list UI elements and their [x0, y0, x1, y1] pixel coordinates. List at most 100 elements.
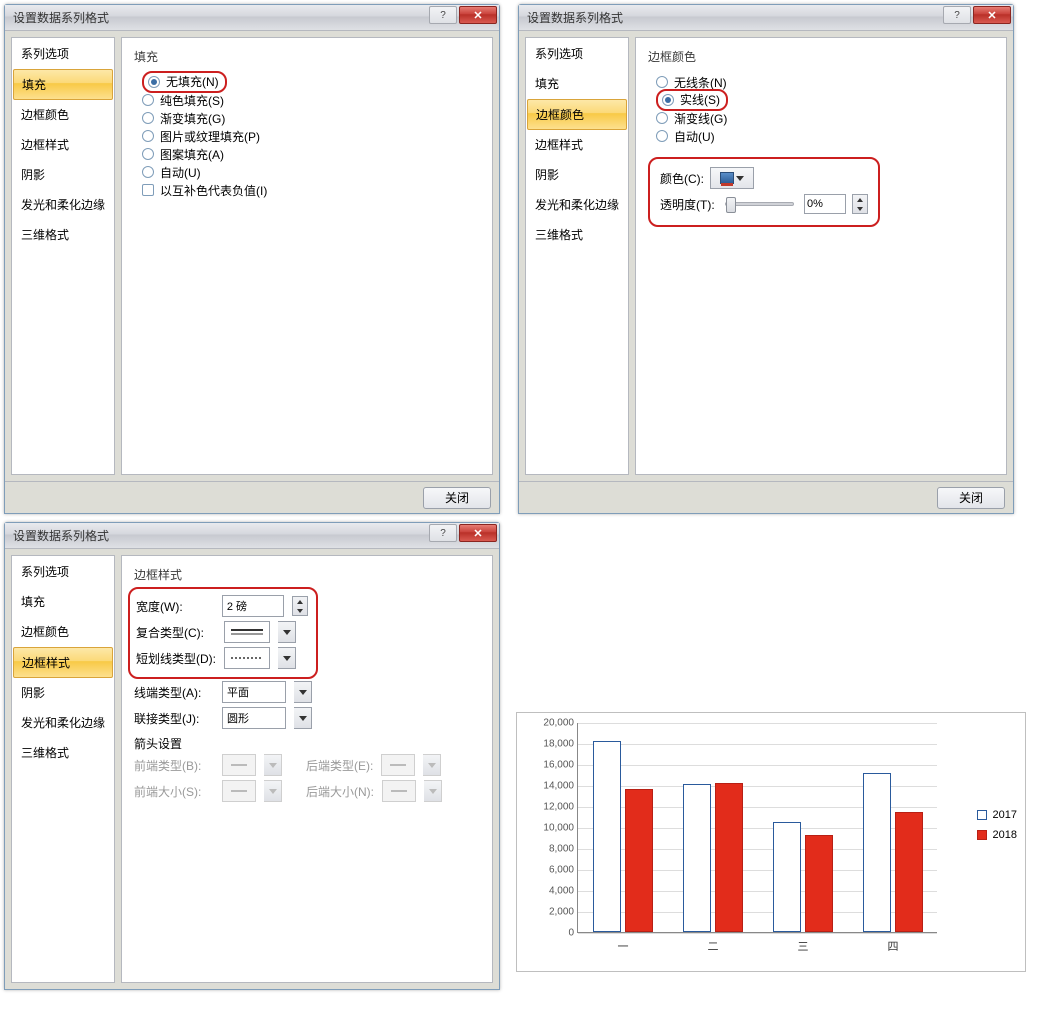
- legend-item-2017: 2017: [977, 805, 1017, 825]
- radio-no-line-label: 无线条(N): [674, 74, 727, 91]
- x-category-label: 四: [888, 938, 899, 954]
- help-button[interactable]: ?: [943, 6, 971, 24]
- section-heading: 填充: [134, 48, 480, 65]
- sidebar-item-series-options[interactable]: 系列选项: [13, 39, 113, 69]
- y-tick-label: 16,000: [528, 760, 578, 771]
- chevron-down-icon: [283, 656, 291, 661]
- sidebar-item-glow[interactable]: 发光和柔化边缘: [13, 190, 113, 220]
- radio-auto-fill[interactable]: [142, 166, 154, 178]
- radio-auto-line[interactable]: [656, 130, 668, 142]
- sidebar-item-shadow[interactable]: 阴影: [13, 160, 113, 190]
- radio-no-fill-label: 无填充(N): [166, 73, 219, 90]
- section-heading: 边框样式: [134, 566, 480, 583]
- paint-bucket-icon: [720, 172, 734, 184]
- help-button[interactable]: ?: [429, 524, 457, 542]
- close-button[interactable]: 关闭: [423, 487, 491, 509]
- begin-size-label: 前端大小(S):: [134, 783, 214, 800]
- radio-gradient-line-label: 渐变线(G): [674, 110, 727, 127]
- chevron-down-icon: [299, 690, 307, 695]
- sidebar-item-border-style[interactable]: 边框样式: [13, 130, 113, 160]
- close-window-button[interactable]: ✕: [973, 6, 1011, 24]
- checkbox-invert-negative-label: 以互补色代表负值(I): [160, 182, 267, 199]
- chart: 02,0004,0006,0008,00010,00012,00014,0001…: [516, 712, 1026, 972]
- checkbox-invert-negative[interactable]: [142, 184, 154, 196]
- transparency-label: 透明度(T):: [660, 196, 715, 213]
- transparency-input[interactable]: 0%: [804, 194, 846, 214]
- sidebar-item-border-style[interactable]: 边框样式: [13, 647, 113, 678]
- chevron-down-icon: [736, 176, 744, 181]
- cap-type-select[interactable]: 平面: [222, 681, 286, 703]
- y-tick-label: 14,000: [528, 781, 578, 792]
- sidebar-item-series-options[interactable]: 系列选项: [13, 557, 113, 587]
- caret-up-icon: [857, 198, 863, 202]
- sidebar-item-fill[interactable]: 填充: [527, 69, 627, 99]
- transparency-spinner[interactable]: [852, 194, 868, 214]
- end-size-select: [382, 780, 416, 802]
- radio-pattern-fill-label: 图案填充(A): [160, 146, 224, 163]
- help-icon: ?: [440, 10, 446, 21]
- sidebar-item-glow[interactable]: 发光和柔化边缘: [13, 708, 113, 738]
- end-type-dropdown: [423, 754, 441, 776]
- color-picker-button[interactable]: [710, 167, 754, 189]
- sidebar-item-border-color[interactable]: 边框颜色: [527, 99, 627, 130]
- highlight-no-fill: 无填充(N): [142, 71, 227, 93]
- transparency-slider[interactable]: [725, 202, 794, 206]
- slider-thumb[interactable]: [726, 197, 736, 213]
- sidebar-item-glow[interactable]: 发光和柔化边缘: [527, 190, 627, 220]
- radio-solid-line[interactable]: [662, 94, 674, 106]
- close-button[interactable]: 关闭: [937, 487, 1005, 509]
- radio-solid-line-label: 实线(S): [680, 91, 720, 108]
- help-icon: ?: [440, 528, 446, 539]
- join-type-dropdown[interactable]: [294, 707, 312, 729]
- bar-2018-二: [715, 783, 743, 932]
- main-panel: 边框样式 宽度(W): 2 磅 复合类型(C):: [121, 555, 493, 983]
- compound-type-dropdown[interactable]: [278, 621, 296, 643]
- sidebar-item-series-options[interactable]: 系列选项: [527, 39, 627, 69]
- x-category-label: 二: [708, 938, 719, 954]
- chevron-down-icon: [429, 789, 437, 794]
- radio-gradient-fill[interactable]: [142, 112, 154, 124]
- titlebar: 设置数据系列格式 ? ✕: [5, 5, 499, 31]
- highlight-solid-line: 实线(S): [656, 89, 728, 111]
- sidebar-item-border-color[interactable]: 边框颜色: [13, 100, 113, 130]
- sidebar-item-3d-format[interactable]: 三维格式: [13, 220, 113, 250]
- join-type-select[interactable]: 圆形: [222, 707, 286, 729]
- radio-no-line[interactable]: [656, 76, 668, 88]
- sidebar-item-fill[interactable]: 填充: [13, 69, 113, 100]
- width-spinner[interactable]: [292, 596, 308, 616]
- sidebar-item-3d-format[interactable]: 三维格式: [13, 738, 113, 768]
- y-tick-label: 6,000: [528, 865, 578, 876]
- x-category-label: 三: [798, 938, 809, 954]
- width-input[interactable]: 2 磅: [222, 595, 285, 617]
- sidebar-item-shadow[interactable]: 阴影: [13, 678, 113, 708]
- sidebar-item-border-color[interactable]: 边框颜色: [13, 617, 113, 647]
- radio-pattern-fill[interactable]: [142, 148, 154, 160]
- help-button[interactable]: ?: [429, 6, 457, 24]
- radio-gradient-line[interactable]: [656, 112, 668, 124]
- sidebar: 系列选项 填充 边框颜色 边框样式 阴影 发光和柔化边缘 三维格式: [11, 555, 115, 983]
- dash-type-dropdown[interactable]: [278, 647, 296, 669]
- radio-no-fill[interactable]: [148, 76, 160, 88]
- legend-swatch-icon: [977, 830, 987, 840]
- begin-size-select: [222, 780, 256, 802]
- sidebar: 系列选项 填充 边框颜色 边框样式 阴影 发光和柔化边缘 三维格式: [11, 37, 115, 475]
- radio-picture-fill[interactable]: [142, 130, 154, 142]
- sidebar-item-border-style[interactable]: 边框样式: [527, 130, 627, 160]
- sidebar-item-fill[interactable]: 填充: [13, 587, 113, 617]
- color-label: 颜色(C):: [660, 170, 704, 187]
- end-type-label: 后端类型(E):: [306, 757, 373, 774]
- close-window-button[interactable]: ✕: [459, 524, 497, 542]
- dash-type-swatch: [224, 647, 270, 669]
- legend-item-2018: 2018: [977, 825, 1017, 845]
- radio-solid-fill[interactable]: [142, 94, 154, 106]
- main-panel: 填充 无填充(N) 纯色填充(S) 渐变填充(G) 图片或纹理填充(P) 图案填…: [121, 37, 493, 475]
- cap-type-dropdown[interactable]: [294, 681, 312, 703]
- sidebar-item-shadow[interactable]: 阴影: [527, 160, 627, 190]
- close-window-button[interactable]: ✕: [459, 6, 497, 24]
- dialog-title: 设置数据系列格式: [13, 527, 429, 544]
- dialog-border-color: 设置数据系列格式 ? ✕ 系列选项 填充 边框颜色 边框样式 阴影 发光和柔化边…: [518, 4, 1014, 514]
- sidebar-item-3d-format[interactable]: 三维格式: [527, 220, 627, 250]
- highlight-color-transparency: 颜色(C): 透明度(T): 0%: [648, 157, 880, 227]
- highlight-border-style-controls: 宽度(W): 2 磅 复合类型(C):: [128, 587, 318, 679]
- compound-label: 复合类型(C):: [136, 624, 216, 641]
